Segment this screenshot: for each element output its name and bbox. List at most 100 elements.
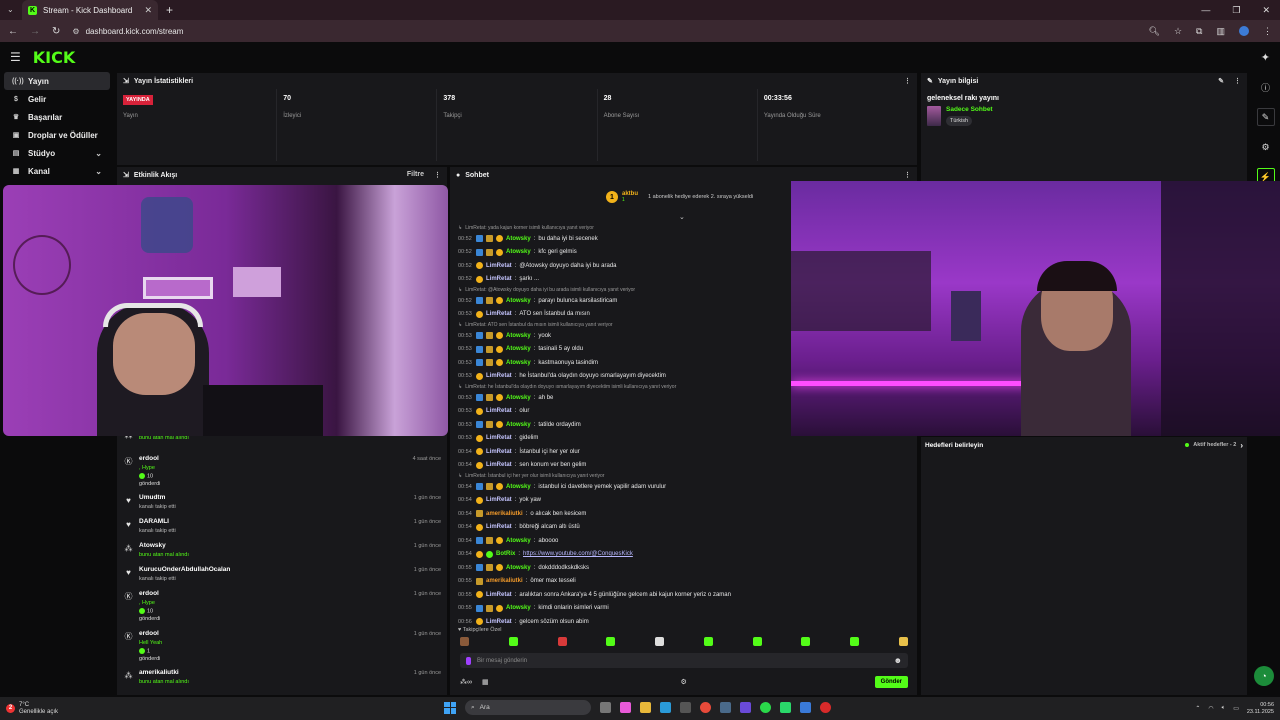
message-user[interactable]: LimRetat <box>486 592 512 598</box>
task-view-icon[interactable] <box>600 702 611 713</box>
edit-stream-icon[interactable]: ✎ <box>1256 108 1275 126</box>
message-user[interactable]: LimRetat <box>486 373 512 379</box>
activity-user[interactable]: erdool <box>139 590 159 597</box>
message-user[interactable]: LimRetat <box>486 263 512 269</box>
chrome-icon[interactable] <box>700 702 711 713</box>
emote-icon[interactable] <box>508 637 518 646</box>
chat-bubble-icon[interactable]: ◔ <box>1254 666 1274 686</box>
message-user[interactable]: LimRetat <box>486 449 512 455</box>
browser-menu-icon[interactable]: ⋮ <box>1263 26 1272 37</box>
message-user[interactable]: LimRetat <box>486 497 512 503</box>
sidebar-item-studyo[interactable]: ▤ Stüdyo ⌄ <box>4 144 110 162</box>
app-icon[interactable] <box>800 702 811 713</box>
minimize-icon[interactable]: — <box>1201 5 1210 16</box>
message-user[interactable]: LimRetat <box>486 408 512 414</box>
reload-icon[interactable]: ↻ <box>52 26 60 37</box>
activity-user[interactable]: DARAMLI <box>139 518 169 525</box>
file-explorer-icon[interactable] <box>640 702 651 713</box>
message-user[interactable]: Atowsky <box>506 360 531 366</box>
bookmark-star-icon[interactable]: ☆ <box>1174 26 1182 37</box>
edit-icon[interactable]: ✎ <box>1218 77 1224 85</box>
windows-start-icon[interactable] <box>444 701 456 714</box>
emote-icon[interactable] <box>606 637 616 646</box>
message-user[interactable]: Atowsky <box>506 346 531 352</box>
volume-icon[interactable]: 🔈︎ <box>1222 705 1226 712</box>
profile-icon[interactable]: ✦ <box>1261 51 1270 64</box>
message-user[interactable]: Atowsky <box>506 565 531 571</box>
emote-icon[interactable] <box>703 637 713 646</box>
obs-icon[interactable] <box>820 702 831 713</box>
kick-logo[interactable]: KICK <box>33 48 76 67</box>
activity-user[interactable]: Atowsky <box>139 542 166 549</box>
sidebar-item-gelir[interactable]: $ Gelir <box>4 90 110 108</box>
chat-input[interactable]: Bir mesaj gönderin ☻ <box>460 653 908 668</box>
activity-user[interactable]: KurucuOnderAbdullahOcalan <box>139 566 230 573</box>
send-button[interactable]: Gönder <box>874 676 908 688</box>
stats-drag-icon[interactable]: ⇲ <box>123 77 129 85</box>
zoom-icon[interactable]: 🔍︎ <box>1149 26 1160 37</box>
emote-icon[interactable] <box>850 637 860 646</box>
tab-list-chevron-icon[interactable]: ⌄ <box>7 5 14 14</box>
emoji-icon[interactable]: ☻ <box>894 656 902 665</box>
sidebar-item-kanal[interactable]: ▦ Kanal ⌄ <box>4 162 110 180</box>
activity-user[interactable]: amerikaliutki <box>139 669 179 676</box>
store-icon[interactable]: ▦ <box>482 678 489 686</box>
message-user[interactable]: Atowsky <box>506 236 531 242</box>
emote-icon[interactable] <box>898 637 908 646</box>
forward-icon[interactable]: → <box>30 26 40 37</box>
info-menu-icon[interactable]: ⋮ <box>1234 77 1241 85</box>
copilot-icon[interactable] <box>620 702 631 713</box>
message-link[interactable]: https://www.youtube.com/@ConquesKick <box>523 551 633 557</box>
edge-icon[interactable] <box>660 702 671 713</box>
info-icon[interactable]: ⓘ <box>1257 78 1275 96</box>
message-user[interactable]: LimRetat <box>486 524 512 530</box>
sidebar-item-yayin[interactable]: ((·)) Yayın <box>4 72 110 90</box>
message-user[interactable]: amerikaliutki <box>486 511 523 517</box>
emote-icon[interactable] <box>557 637 567 646</box>
extensions-icon[interactable]: ⧉ <box>1196 26 1202 37</box>
message-user[interactable]: LimRetat <box>486 619 512 625</box>
menu-icon[interactable]: ☰ <box>10 50 21 64</box>
message-user[interactable]: Atowsky <box>506 422 531 428</box>
message-user[interactable]: BotRix <box>496 551 515 557</box>
message-user[interactable]: Atowsky <box>506 395 531 401</box>
message-user[interactable]: Atowsky <box>506 484 531 490</box>
sidebar-item-basarilar[interactable]: ♛ Başarılar <box>4 108 110 126</box>
maximize-icon[interactable]: ❐ <box>1232 5 1240 16</box>
close-window-icon[interactable]: ✕ <box>1262 5 1270 16</box>
active-goals-link[interactable]: Aktif hedefler - 2 › <box>1185 441 1243 450</box>
message-user[interactable]: Atowsky <box>506 249 531 255</box>
url-field[interactable]: ⚙ dashboard.kick.com/stream <box>72 27 183 36</box>
message-user[interactable]: LimRetat <box>486 462 512 468</box>
emote-icon[interactable] <box>801 637 811 646</box>
message-user[interactable]: amerikaliutki <box>486 578 523 584</box>
tray-chevron-icon[interactable]: ⌃ <box>1195 705 1200 712</box>
profile-avatar[interactable] <box>1239 26 1249 36</box>
weather-widget[interactable]: 2 7°C Genellikle açık <box>6 702 58 716</box>
browser-tab[interactable]: K Stream - Kick Dashboard ✕ <box>22 0 158 20</box>
clock[interactable]: 00:56 23.11.2025 <box>1247 702 1274 716</box>
message-user[interactable]: Atowsky <box>506 333 531 339</box>
stats-menu-icon[interactable]: ⋮ <box>904 77 911 85</box>
battery-icon[interactable]: ▭ <box>1233 705 1239 712</box>
emote-icon[interactable] <box>460 637 469 646</box>
sidebar-item-droplar[interactable]: ▣ Droplar ve Ödüller <box>4 126 110 144</box>
scroll-down-icon[interactable]: ⌄ <box>679 213 685 221</box>
filter-button[interactable]: Filtre <box>407 171 424 179</box>
points-icon[interactable]: ⁂∞ <box>460 678 472 686</box>
settings-icon[interactable]: ⚙ <box>1257 138 1275 156</box>
discord-icon[interactable] <box>740 702 751 713</box>
tab-close-icon[interactable]: ✕ <box>144 5 152 16</box>
activity-user[interactable]: erdool <box>139 455 159 462</box>
category-name[interactable]: Sadece Sohbet <box>946 106 993 113</box>
wifi-icon[interactable]: ◠ <box>1208 705 1213 712</box>
message-user[interactable]: LimRetat <box>486 276 512 282</box>
activity-menu-icon[interactable]: ⋮ <box>434 171 441 179</box>
message-user[interactable]: LimRetat <box>486 435 512 441</box>
new-tab-button[interactable]: + <box>166 3 173 17</box>
message-user[interactable]: LimRetat <box>486 311 512 317</box>
activity-drag-icon[interactable]: ⇲ <box>123 171 129 179</box>
chat-menu-icon[interactable]: ⋮ <box>904 171 911 179</box>
activity-user[interactable]: Umudtm <box>139 494 165 501</box>
emote-icon[interactable] <box>655 637 665 646</box>
